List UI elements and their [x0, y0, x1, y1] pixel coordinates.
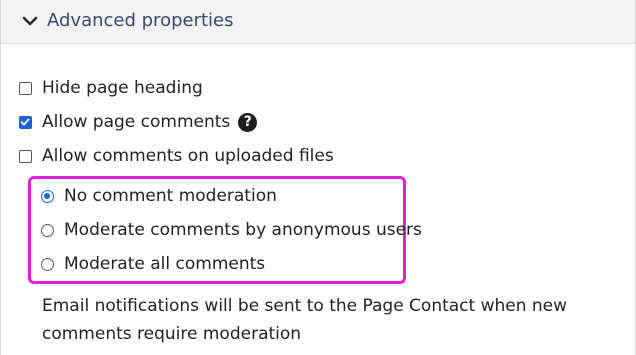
hide-page-heading-option[interactable]: Hide page heading — [19, 76, 203, 100]
moderate-anonymous-option[interactable]: Moderate comments by anonymous users — [41, 218, 422, 242]
moderation-email-note: Email notifications will be sent to the … — [42, 296, 568, 344]
no-comment-moderation-label: No comment moderation — [64, 186, 277, 206]
allow-page-comments-label: Allow page comments — [42, 112, 231, 132]
checkmark-icon — [20, 118, 30, 125]
allow-comments-uploaded-files-checkbox[interactable] — [19, 149, 32, 163]
hide-page-heading-label: Hide page heading — [42, 78, 203, 98]
question-circle-icon[interactable]: ? — [238, 112, 258, 132]
moderate-anonymous-radio[interactable] — [41, 223, 54, 237]
chevron-down-icon[interactable] — [21, 12, 39, 30]
no-comment-moderation-radio[interactable] — [41, 189, 54, 203]
no-comment-moderation-option[interactable]: No comment moderation — [41, 184, 277, 208]
moderate-all-label: Moderate all comments — [64, 254, 266, 274]
allow-page-comments-option[interactable]: Allow page comments ? — [19, 110, 258, 134]
moderate-anonymous-label: Moderate comments by anonymous users — [64, 220, 422, 240]
advanced-properties-header[interactable]: Advanced properties — [1, 0, 635, 44]
moderate-all-radio[interactable] — [41, 257, 54, 271]
allow-comments-uploaded-files-label: Allow comments on uploaded files — [42, 146, 334, 166]
advanced-properties-panel: Advanced properties Hide page heading Al… — [0, 0, 636, 355]
comment-moderation-group: No comment moderation Moderate comments … — [28, 176, 422, 284]
section-title[interactable]: Advanced properties — [47, 10, 234, 31]
allow-comments-uploaded-files-option[interactable]: Allow comments on uploaded files — [19, 144, 334, 168]
hide-page-heading-checkbox[interactable] — [19, 81, 32, 95]
allow-page-comments-checkbox[interactable] — [19, 115, 32, 129]
moderate-all-option[interactable]: Moderate all comments — [41, 252, 265, 276]
